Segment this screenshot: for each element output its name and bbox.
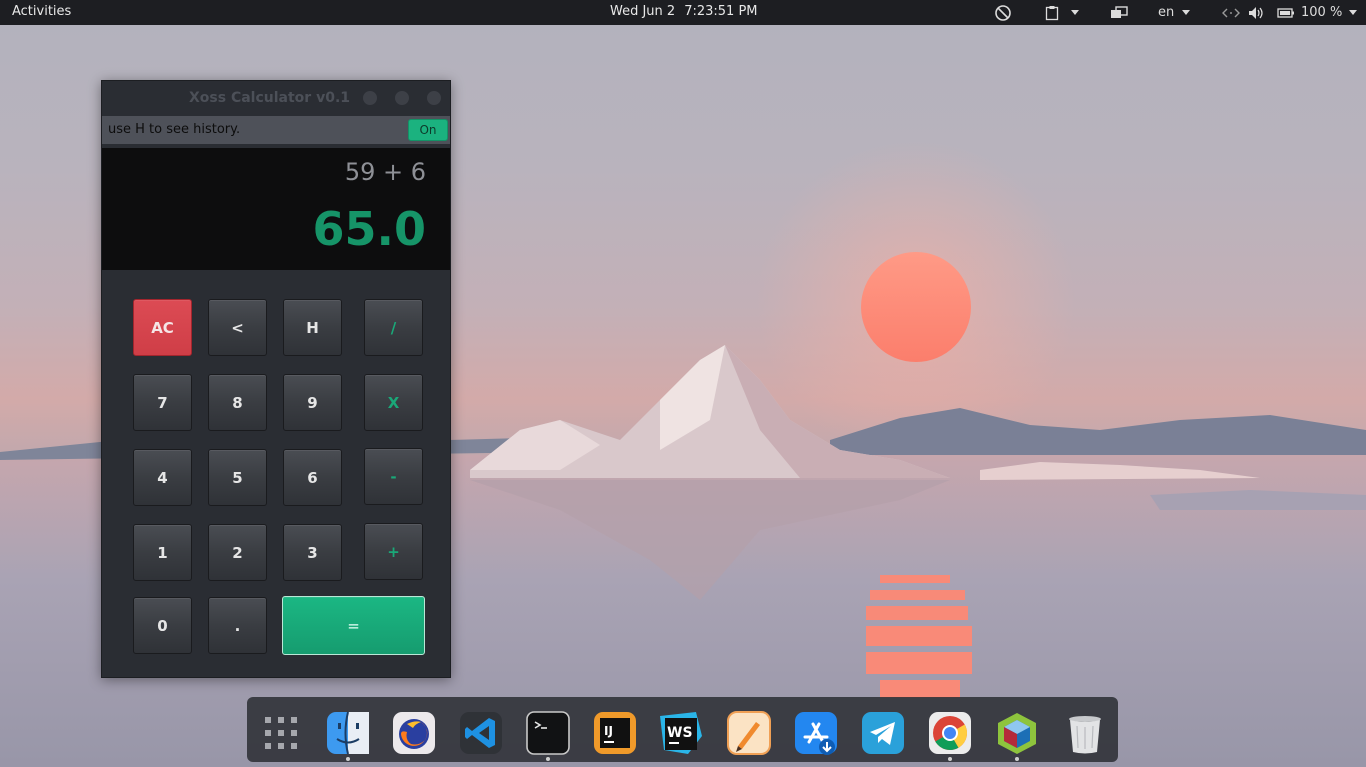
intellij-icon[interactable]: IJ (592, 710, 638, 756)
battery-icon (1277, 7, 1294, 18)
history-button[interactable]: H (283, 299, 342, 356)
battery-label: 100 % (1301, 5, 1343, 20)
calculator-window: Xoss Calculator v0.1 use H to see histor… (101, 80, 451, 678)
webstorm-icon[interactable]: WS (658, 710, 704, 756)
digit-5-button[interactable]: 5 (208, 449, 267, 506)
maximize-button[interactable] (395, 91, 409, 105)
window-titlebar[interactable]: Xoss Calculator v0.1 (102, 81, 450, 116)
digit-9-button[interactable]: 9 (283, 374, 342, 431)
time-label: 7:23:51 PM (684, 4, 758, 19)
digit-7-button[interactable]: 7 (133, 374, 192, 431)
hint-bar: use H to see history. On (102, 116, 450, 144)
svg-text:WS: WS (667, 725, 693, 741)
close-button[interactable] (427, 91, 441, 105)
firefox-icon[interactable] (391, 710, 437, 756)
chevron-down-icon (1349, 10, 1358, 15)
minimize-button[interactable] (363, 91, 377, 105)
backspace-button[interactable]: < (208, 299, 267, 356)
subtract-button[interactable]: - (364, 448, 423, 505)
vscode-icon[interactable] (458, 710, 504, 756)
multiply-button[interactable]: X (364, 374, 423, 431)
add-button[interactable]: + (364, 523, 423, 580)
window-title: Xoss Calculator v0.1 (189, 90, 350, 106)
digit-0-button[interactable]: 0 (133, 597, 192, 654)
digit-3-button[interactable]: 3 (283, 524, 342, 581)
display-icon[interactable] (1110, 2, 1128, 23)
virtualbox-icon[interactable] (994, 710, 1040, 756)
volume-icon[interactable] (1248, 2, 1266, 23)
equals-button[interactable]: = (282, 596, 425, 655)
result-display: 65.0 (312, 202, 427, 256)
telegram-icon[interactable] (860, 710, 906, 756)
digit-8-button[interactable]: 8 (208, 374, 267, 431)
trash-icon[interactable] (1062, 710, 1108, 756)
chevron-down-icon (1182, 10, 1191, 15)
history-hint: use H to see history. (108, 122, 241, 137)
clipboard-icon (1045, 5, 1059, 20)
do-not-disturb-icon[interactable] (994, 2, 1012, 23)
running-indicator (546, 757, 550, 761)
clear-button[interactable]: AC (133, 299, 192, 356)
terminal-icon[interactable] (525, 710, 571, 756)
running-indicator (948, 757, 952, 761)
digit-4-button[interactable]: 4 (133, 449, 192, 506)
top-bar: Activities Wed Jun 2 7:23:51 PM en 100 % (0, 0, 1366, 25)
date-label: Wed Jun 2 (610, 4, 676, 19)
app-store-icon[interactable] (793, 710, 839, 756)
decimal-point-button[interactable]: . (208, 597, 267, 654)
calculator-display: 59 + 6 65.0 (102, 148, 450, 270)
chevron-down-icon (1071, 10, 1079, 15)
clipboard-menu[interactable] (1045, 2, 1079, 23)
digit-1-button[interactable]: 1 (133, 524, 192, 581)
language-menu[interactable]: en (1158, 2, 1191, 23)
running-indicator (346, 757, 350, 761)
running-indicator (1015, 757, 1019, 761)
finder-icon[interactable] (325, 710, 371, 756)
system-menu[interactable]: 100 % (1277, 2, 1358, 23)
divide-button[interactable]: / (364, 299, 423, 356)
network-icon[interactable] (1222, 2, 1240, 23)
language-label: en (1158, 5, 1175, 20)
show-applications-icon[interactable] (258, 710, 304, 756)
sketch-pen-icon[interactable] (726, 710, 772, 756)
history-toggle-button[interactable]: On (408, 119, 448, 141)
svg-text:IJ: IJ (604, 724, 613, 738)
clock[interactable]: Wed Jun 2 7:23:51 PM (610, 4, 758, 19)
digit-6-button[interactable]: 6 (283, 449, 342, 506)
digit-2-button[interactable]: 2 (208, 524, 267, 581)
expression-display: 59 + 6 (344, 158, 426, 186)
chrome-icon[interactable] (927, 710, 973, 756)
activities-button[interactable]: Activities (12, 4, 71, 19)
